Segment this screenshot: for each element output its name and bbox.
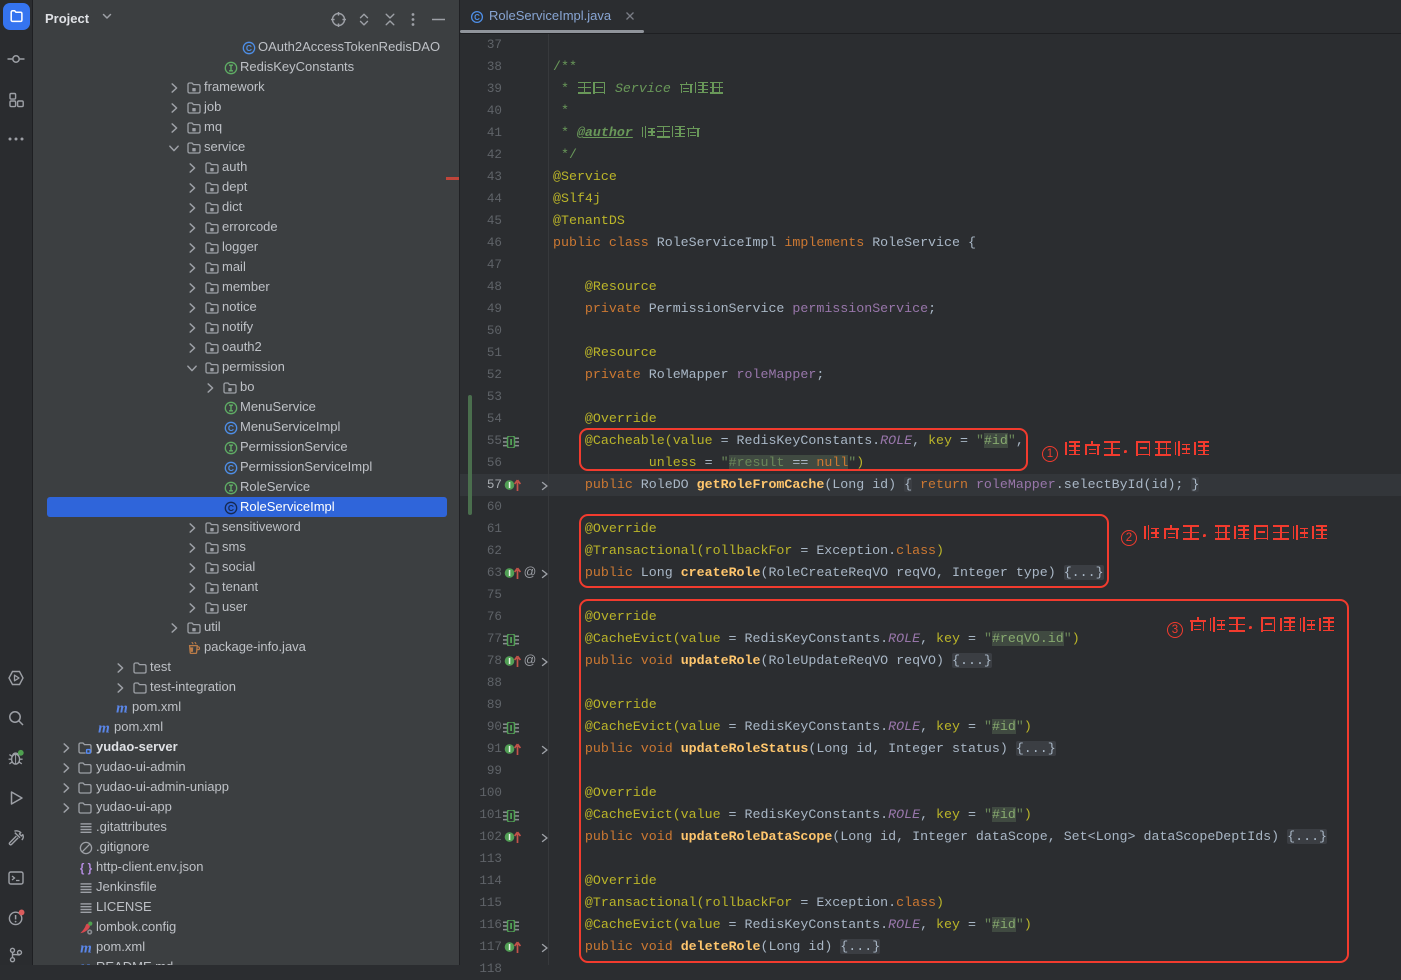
svg-text:@: @ [524,565,537,579]
svg-text:C: C [246,43,252,53]
svg-text:C: C [228,423,234,433]
svg-text:m: m [116,701,128,717]
svg-text:C: C [474,13,480,22]
svg-text:m: m [98,721,110,737]
svg-text:@: @ [524,653,537,667]
svg-text:C: C [228,503,234,513]
svg-text:m: m [80,941,92,957]
svg-text:{ }: { } [80,863,93,875]
svg-text:C: C [228,463,234,473]
